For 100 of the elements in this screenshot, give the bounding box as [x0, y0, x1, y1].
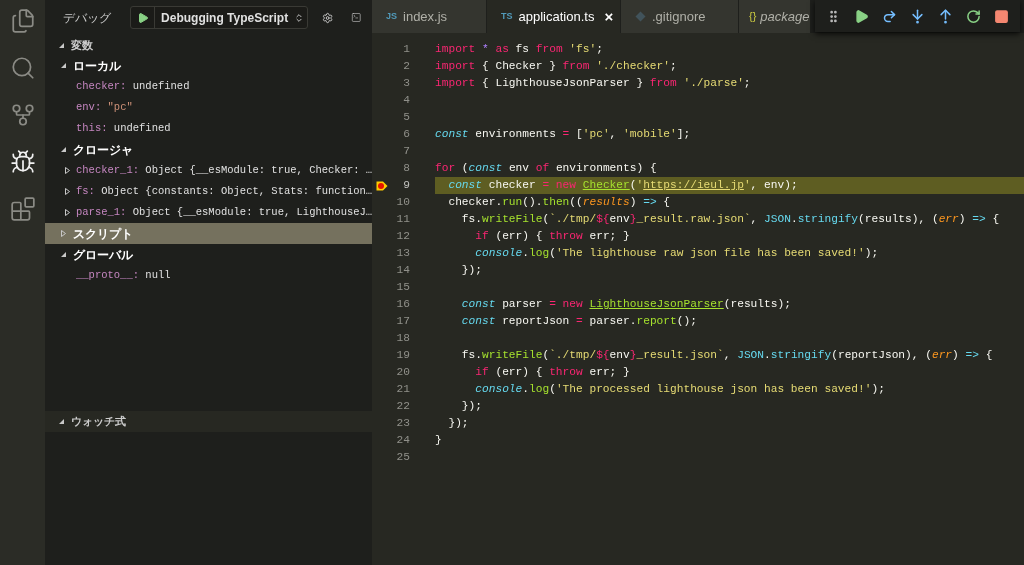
- continue-icon[interactable]: [853, 8, 869, 24]
- branch-icon[interactable]: [9, 102, 36, 128]
- expanded-triangle-icon[interactable]: [60, 146, 67, 153]
- section-title: 変数: [71, 37, 93, 53]
- play-icon: [136, 11, 149, 24]
- line-number: 12: [395, 229, 410, 245]
- line-number: 15: [395, 280, 410, 296]
- line-number: 13: [395, 246, 410, 262]
- code-line: });: [460, 399, 482, 415]
- config-name: Debugging TypeScript: [160, 9, 290, 27]
- variable-entry[interactable]: this: undefined: [76, 120, 171, 137]
- file-type-label: TS: [501, 9, 513, 23]
- expanded-triangle-icon[interactable]: [58, 418, 65, 425]
- code-line: const checker = new Checker('https://ieul.jp', env);: [447, 178, 798, 194]
- line-number: 16: [395, 297, 410, 313]
- scope-row[interactable]: グローバル: [45, 244, 372, 265]
- line-number: 21: [395, 382, 410, 398]
- tab-label: .gitignore: [652, 7, 706, 26]
- variable-entry[interactable]: __proto__: null: [76, 267, 171, 284]
- code-line: fs.writeFile(`./tmp/${env}_result.json`, JSON.stringify(reportJson), (err) => {: [460, 348, 993, 364]
- code-line: console.log('The lighthouse raw json file has been saved!');: [474, 246, 879, 262]
- select-arrows-icon: [294, 12, 305, 23]
- line-number: 19: [395, 348, 410, 364]
- scope-row[interactable]: ローカル: [45, 55, 372, 76]
- file-type-label: {}: [749, 9, 757, 25]
- line-number: 25: [395, 450, 410, 466]
- code-line: });: [447, 416, 469, 432]
- sidebar-title: デバッグ: [63, 9, 112, 27]
- editor-tab[interactable]: TS application.ts ×: [487, 0, 621, 33]
- expanded-triangle-icon[interactable]: [58, 41, 65, 49]
- code-line: });: [460, 263, 482, 279]
- terminal-icon[interactable]: [351, 10, 362, 25]
- variable-entry[interactable]: checker: undefined: [76, 78, 190, 95]
- line-number: 22: [395, 399, 410, 415]
- code-line: import * as fs from 'fs';: [435, 42, 603, 58]
- code-line: const parser = new LighthouseJsonParser(results);: [460, 297, 791, 313]
- variables-header[interactable]: 変数: [45, 35, 372, 55]
- bug-icon[interactable]: [9, 149, 36, 175]
- line-number: 24: [395, 433, 410, 449]
- line-number: 3: [402, 76, 410, 92]
- code-line: if (err) { throw err; }: [474, 365, 630, 381]
- collapsed-triangle-icon[interactable]: [64, 167, 71, 174]
- expanded-triangle-icon[interactable]: [60, 251, 67, 258]
- collapsed-triangle-icon[interactable]: [64, 209, 71, 216]
- code-line: checker.run().then((results) => {: [447, 195, 671, 211]
- line-number: 6: [402, 127, 410, 143]
- restart-icon[interactable]: [966, 8, 982, 24]
- editor-tab[interactable]: JS index.js: [372, 0, 487, 33]
- line-number: 2: [402, 59, 410, 75]
- variable-entry[interactable]: checker_1: Object {__esModule: true, Checker: …: [76, 162, 373, 179]
- files-icon[interactable]: [9, 8, 36, 34]
- line-number: 17: [395, 314, 410, 330]
- line-number: 8: [402, 161, 410, 177]
- editor-tab[interactable]: {} package: [739, 0, 810, 33]
- launch-config-select[interactable]: Debugging TypeScript: [130, 6, 309, 29]
- line-number: 10: [395, 195, 410, 211]
- scope-row[interactable]: スクリプト: [45, 223, 372, 244]
- scope-label: スクリプト: [73, 225, 133, 243]
- stop-icon[interactable]: [994, 8, 1010, 24]
- step-over-icon[interactable]: [881, 8, 897, 24]
- code-line: if (err) { throw err; }: [474, 229, 630, 245]
- tab-label: package: [760, 7, 810, 26]
- line-number: 11: [395, 212, 410, 228]
- blocks-icon[interactable]: [9, 196, 36, 222]
- code-line: const reportJson = parser.report();: [460, 314, 697, 330]
- diamond-icon: [635, 11, 646, 22]
- code-line: import { Checker } from './checker';: [435, 59, 677, 75]
- collapsed-triangle-icon[interactable]: [64, 188, 71, 195]
- code-line: import { LighthouseJsonParser } from './parse';: [435, 76, 751, 92]
- line-number: 7: [402, 144, 410, 160]
- line-number: 9: [402, 178, 410, 194]
- scope-label: クロージャ: [73, 141, 133, 159]
- tab-label: index.js: [403, 7, 448, 26]
- step-into-icon[interactable]: [910, 8, 925, 24]
- file-type-label: JS: [386, 9, 397, 23]
- line-number: 5: [402, 110, 410, 126]
- breakpoint-icon[interactable]: [376, 180, 388, 191]
- line-number: 4: [402, 93, 410, 109]
- tab-label: application.ts: [518, 7, 595, 26]
- variable-entry[interactable]: fs: Object {constants: Object, Stats: function…: [76, 183, 373, 200]
- search-icon[interactable]: [9, 55, 36, 81]
- code-line: fs.writeFile(`./tmp/${env}_result.raw.json`, JSON.stringify(results), (err) => {: [460, 212, 1000, 228]
- line-number: 20: [395, 365, 410, 381]
- code-line: console.log('The processed lighthouse json has been saved!');: [474, 382, 885, 398]
- code-line: const environments = ['pc', 'mobile'];: [435, 127, 691, 143]
- scope-label: グローバル: [73, 246, 133, 264]
- step-out-icon[interactable]: [938, 8, 954, 24]
- close-button[interactable]: ×: [604, 9, 614, 24]
- line-number: 14: [395, 263, 410, 279]
- expanded-triangle-icon[interactable]: [60, 62, 67, 69]
- watch-header[interactable]: ウォッチ式: [45, 411, 372, 432]
- code-line: }: [435, 433, 442, 449]
- section-title: ウォッチ式: [71, 414, 126, 430]
- variable-entry[interactable]: parse_1: Object {__esModule: true, LighthouseJ…: [76, 204, 373, 221]
- scope-row[interactable]: クロージャ: [45, 139, 372, 160]
- editor-tab[interactable]: .gitignore: [621, 0, 739, 33]
- code-line: for (const env of environments) {: [435, 161, 657, 177]
- line-number: 1: [402, 42, 410, 58]
- line-number: 23: [395, 416, 410, 432]
- variable-entry[interactable]: env: "pc": [76, 99, 133, 116]
